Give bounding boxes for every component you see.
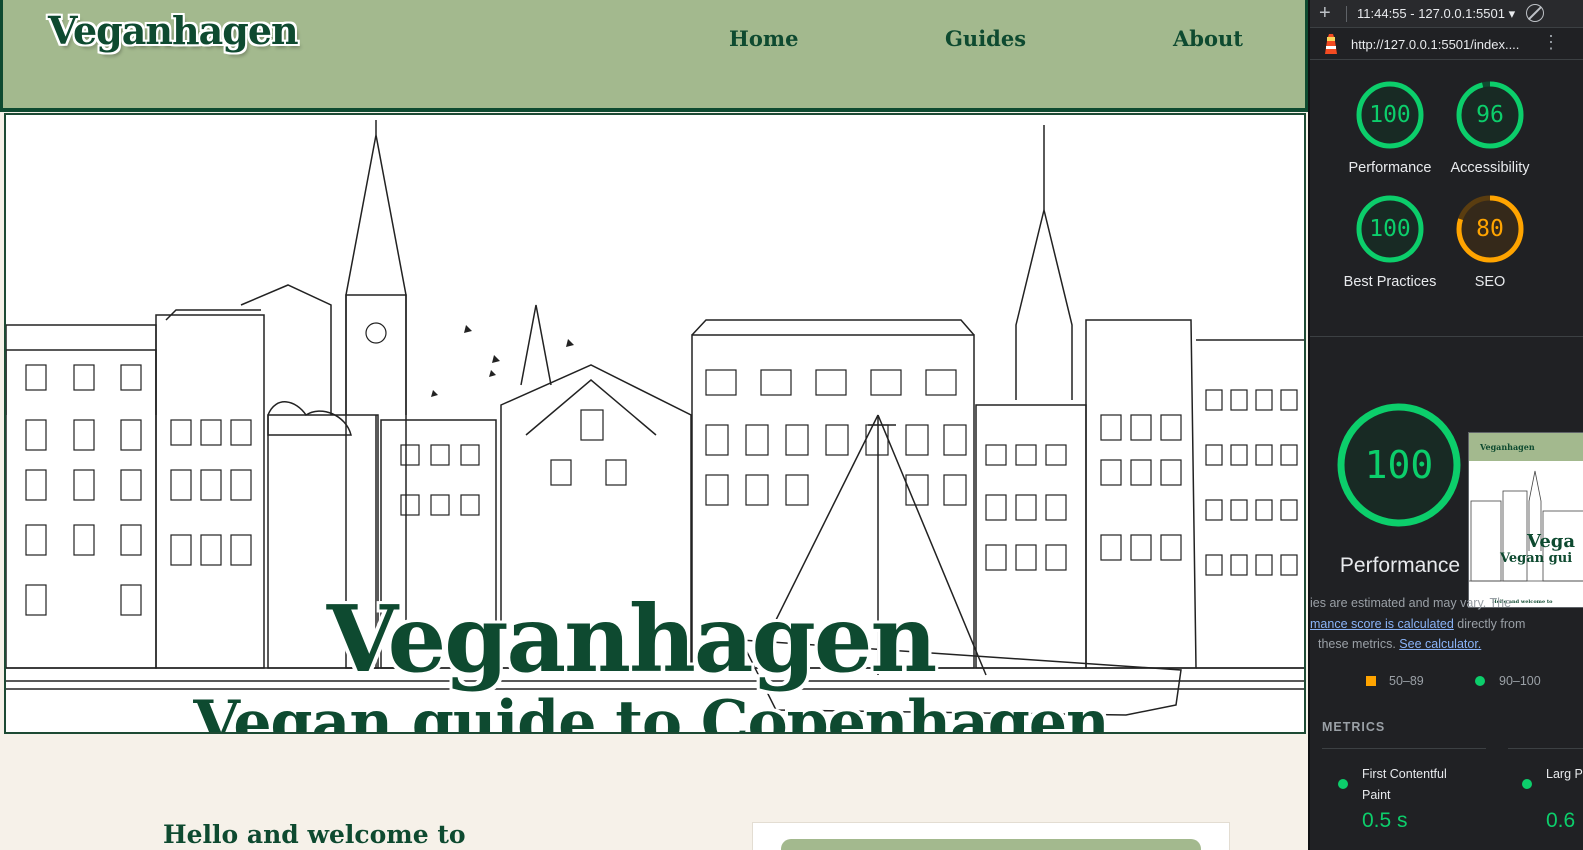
lighthouse-toolbar: + 11:44:55 - 127.0.0.1:5501 ▾ [1310, 0, 1583, 28]
website-viewport: Veganhagen Home Guides About Veganhagen … [0, 0, 1308, 850]
hero-title: Veganhagen [326, 585, 938, 693]
best-practices-label: Best Practices [1343, 274, 1437, 290]
devtools-panel: + 11:44:55 - 127.0.0.1:5501 ▾ http://127… [1308, 0, 1583, 850]
clear-reports-icon[interactable] [1526, 4, 1544, 22]
lighthouse-icon [1325, 34, 1337, 54]
seo-gauge[interactable]: 80 [1455, 194, 1525, 264]
metrics-divider [1322, 748, 1486, 749]
performance-score: 100 [1369, 102, 1411, 128]
performance-gauge[interactable]: 100 [1355, 80, 1425, 150]
good-circle-icon [1338, 779, 1348, 789]
best-practices-score: 100 [1369, 216, 1411, 242]
accessibility-label: Accessibility [1450, 160, 1530, 176]
nav-link-about[interactable]: About [1173, 26, 1243, 51]
metric-value: 0.5 s [1362, 809, 1408, 832]
see-calculator-link[interactable]: See calculator. [1399, 637, 1481, 651]
metric-name: First Contentful Paint [1362, 767, 1447, 802]
estimate-note-line3: these metrics. See calculator. [1318, 637, 1481, 651]
good-circle-icon [1522, 779, 1532, 789]
hero-subtitle: Vegan guide to Copenhagen [193, 688, 1109, 734]
metrics-divider [1508, 748, 1583, 749]
plus-icon[interactable]: + [1319, 2, 1331, 25]
thumbnail-subtitle: Vegan gui [1500, 551, 1573, 566]
metrics-heading: METRICS [1322, 720, 1386, 734]
nav-link-guides[interactable]: Guides [945, 26, 1026, 51]
metric-name: Larg Pain [1546, 767, 1583, 781]
seo-score: 80 [1476, 216, 1504, 242]
thumbnail-logo: Veganhagen [1480, 442, 1535, 452]
section-divider [1310, 336, 1583, 337]
final-screenshot-thumbnail[interactable]: Veganhagen Vega Vegan gui Hello and welc… [1468, 432, 1583, 608]
best-practices-gauge[interactable]: 100 [1355, 194, 1425, 264]
seo-label: SEO [1474, 274, 1506, 290]
nav-link-home[interactable]: Home [729, 26, 798, 51]
site-header: Veganhagen Home Guides About [0, 0, 1308, 112]
estimate-note-line2: mance score is calculated directly from [1310, 617, 1525, 631]
estimate-note-line1: ies are estimated and may vary. The [1310, 596, 1512, 610]
welcome-heading: Hello and welcome to [163, 820, 466, 849]
legend-average: 50–89 [1389, 674, 1424, 688]
accessibility-score: 96 [1476, 102, 1504, 128]
toolbar-divider [1346, 6, 1347, 22]
hero-banner: Veganhagen Vegan guide to Copenhagen [4, 113, 1306, 734]
performance-featured-label: Performance [1339, 554, 1461, 577]
report-url-bar: http://127.0.0.1:5501/index.... ⋮ [1310, 28, 1583, 60]
report-selector-label: 11:44:55 - 127.0.0.1:5501 [1357, 6, 1505, 21]
average-square-icon [1366, 676, 1376, 686]
good-circle-icon [1475, 676, 1485, 686]
performance-featured-score: 100 [1364, 443, 1434, 487]
estimate-note-line3-text: these metrics. [1318, 637, 1400, 651]
estimate-note-line2-rest: directly from [1453, 617, 1526, 631]
side-card [752, 822, 1230, 850]
thumbnail-title: Vega [1527, 531, 1576, 552]
chevron-down-icon: ▾ [1508, 6, 1516, 21]
report-url[interactable]: http://127.0.0.1:5501/index.... [1351, 37, 1519, 52]
more-vertical-icon[interactable]: ⋮ [1542, 33, 1560, 51]
report-selector-dropdown[interactable]: 11:44:55 - 127.0.0.1:5501 ▾ [1357, 6, 1515, 22]
side-card-banner [781, 839, 1201, 850]
metric-value: 0.6 [1546, 809, 1576, 832]
legend-good: 90–100 [1499, 674, 1541, 688]
site-logo[interactable]: Veganhagen [48, 8, 299, 53]
accessibility-gauge[interactable]: 96 [1455, 80, 1525, 150]
performance-label: Performance [1348, 160, 1432, 176]
score-calculation-link[interactable]: mance score is calculated [1310, 617, 1454, 631]
